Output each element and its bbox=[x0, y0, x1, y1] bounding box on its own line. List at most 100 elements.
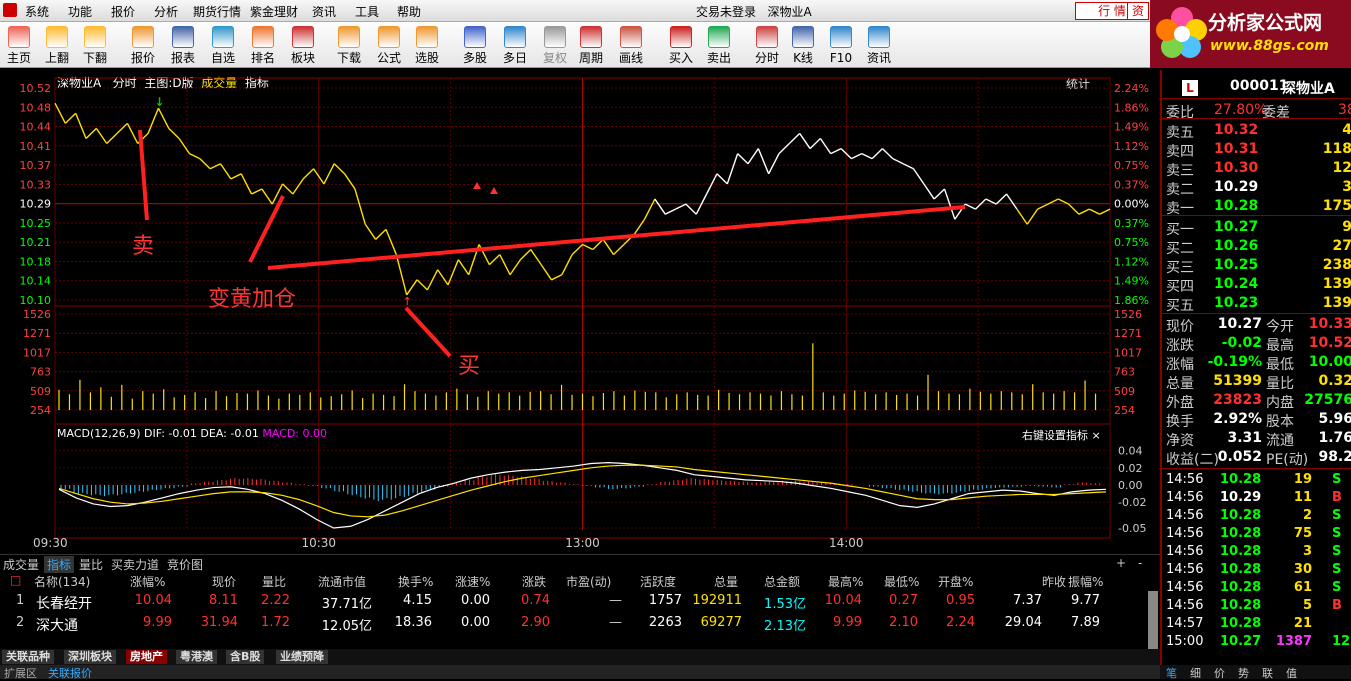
stat-value: 51399 bbox=[1213, 373, 1262, 389]
sector-icon bbox=[292, 26, 314, 48]
price-line-segment bbox=[892, 158, 904, 165]
price-line-segment bbox=[54, 102, 66, 124]
logo-url: www.88gs.com bbox=[1210, 38, 1329, 54]
tick-volume: 75 bbox=[1293, 526, 1312, 541]
sector-tab[interactable]: 房地产 bbox=[126, 650, 167, 664]
tick-time: 14:56 bbox=[1166, 562, 1204, 577]
table-header[interactable]: 换手% bbox=[398, 573, 433, 590]
indicator-settings-label[interactable]: 右键设置指标 bbox=[1022, 429, 1088, 442]
sector-tab[interactable]: 粤港澳 bbox=[176, 650, 217, 664]
table-header[interactable]: 涨幅% bbox=[130, 573, 165, 590]
stat-label: 换手 bbox=[1166, 414, 1194, 430]
toolbar-button-sell[interactable]: 卖出 bbox=[702, 24, 736, 66]
table-cell: 深大通 bbox=[36, 618, 78, 634]
stat-value: 10.00 bbox=[1308, 354, 1351, 370]
table-header[interactable]: 量比 bbox=[262, 573, 286, 590]
stat-value: 10.27 bbox=[1217, 316, 1262, 332]
table-header[interactable]: 市盈(动) bbox=[566, 573, 611, 590]
menu-analysis[interactable]: 分析 bbox=[154, 3, 178, 20]
table-cell: 31.94 bbox=[200, 615, 238, 630]
table-header[interactable]: 总量 bbox=[714, 573, 738, 590]
toolbar-button-stock-pick[interactable]: 选股 bbox=[410, 24, 444, 66]
tick-side: B bbox=[1332, 490, 1342, 505]
macd-tick-label: -0.02 bbox=[1118, 496, 1146, 509]
ask-level-volume: 118 bbox=[1322, 141, 1351, 157]
window-title: 交易未登录 深物业A bbox=[696, 3, 812, 20]
toolbar-label: 报表 bbox=[170, 51, 195, 65]
sector-tab[interactable]: 关联品种 bbox=[2, 650, 54, 664]
toolbar-button-adjust[interactable]: 复权 bbox=[538, 24, 572, 66]
price-line-segment bbox=[85, 127, 97, 139]
table-header[interactable]: 活跃度 bbox=[640, 573, 676, 590]
table-row[interactable]: 1 长春经开 10.04 8.11 2.22 37.71亿 4.15 0.00 0.74 — 175… bbox=[0, 593, 1150, 613]
table-header[interactable]: 最低% bbox=[884, 573, 919, 590]
toolbar-button-ranking[interactable]: 排名 bbox=[246, 24, 280, 66]
app-logo-icon bbox=[3, 3, 17, 17]
price-line-segment bbox=[675, 203, 687, 210]
menu-help[interactable]: 帮助 bbox=[397, 3, 421, 20]
sector-tab[interactable]: 业绩预降 bbox=[276, 650, 328, 664]
table-header[interactable]: 昨收 bbox=[1042, 573, 1066, 590]
toolbar-button-buy[interactable]: 买入 bbox=[664, 24, 698, 66]
close-icon[interactable]: × bbox=[1092, 429, 1101, 442]
table-scrollbar[interactable] bbox=[1148, 591, 1158, 649]
menu-futures[interactable]: 期货行情 bbox=[193, 3, 241, 20]
toolbar-button-kline[interactable]: K线 bbox=[786, 24, 820, 66]
toolbar-button-multi-stock[interactable]: 多股 bbox=[458, 24, 492, 66]
toolbar-button-down-arrow[interactable]: 下翻 bbox=[78, 24, 112, 66]
toolbar-button-favorites[interactable]: 自选 bbox=[206, 24, 240, 66]
menu-function[interactable]: 功能 bbox=[68, 3, 92, 20]
bid-level-label: 买四 bbox=[1166, 279, 1194, 295]
toolbar-button-formula[interactable]: 公式 bbox=[372, 24, 406, 66]
table-header[interactable]: 振幅% bbox=[1068, 573, 1103, 590]
table-header[interactable]: 流通市值 bbox=[318, 573, 366, 590]
toolbar-button-sector[interactable]: 板块 bbox=[286, 24, 320, 66]
tick-time: 14:56 bbox=[1166, 490, 1204, 505]
toolbar-button-home[interactable]: 主页 bbox=[2, 24, 36, 66]
tab-trade[interactable]: 资 bbox=[1127, 2, 1149, 20]
multi-day-icon bbox=[504, 26, 526, 48]
toolbar-button-download[interactable]: 下载 bbox=[332, 24, 366, 66]
table-row[interactable]: 2 深大通 9.99 31.94 1.72 12.05亿 18.36 0.00 2.90 — 226… bbox=[0, 615, 1150, 635]
table-header[interactable]: 现价 bbox=[212, 573, 236, 590]
price-line-segment bbox=[654, 198, 666, 215]
table-header[interactable]: 最高% bbox=[828, 573, 863, 590]
tick-side: S bbox=[1332, 580, 1342, 595]
menu-tools[interactable]: 工具 bbox=[355, 3, 379, 20]
table-header[interactable]: 总金额 bbox=[764, 573, 800, 590]
toolbar-button-multi-day[interactable]: 多日 bbox=[498, 24, 532, 66]
table-header[interactable]: 涨速% bbox=[455, 573, 490, 590]
sell-signal-icon: ↓ bbox=[154, 95, 164, 109]
toolbar-button-report[interactable]: 报表 bbox=[166, 24, 200, 66]
toolbar-button-period[interactable]: 周期 bbox=[574, 24, 608, 66]
news-icon bbox=[868, 26, 890, 48]
price-line-segment bbox=[1037, 203, 1049, 210]
sector-tab[interactable]: 深圳板块 bbox=[64, 650, 116, 664]
table-header[interactable]: 名称(134) bbox=[34, 573, 90, 590]
table-cell: 1.72 bbox=[261, 615, 290, 630]
table-header[interactable]: 开盘% bbox=[938, 573, 973, 590]
toolbar-button-draw-line[interactable]: 画线 bbox=[614, 24, 648, 66]
price-line-segment bbox=[282, 183, 294, 195]
toolbar-button-news[interactable]: 资讯 bbox=[862, 24, 896, 66]
sector-tab[interactable]: 含B股 bbox=[226, 650, 265, 664]
price-tick-label: 10.25 bbox=[20, 217, 52, 230]
indicator-settings[interactable]: 右键设置指标 × bbox=[1022, 427, 1101, 443]
price-line-segment bbox=[147, 107, 160, 134]
intraday-chart[interactable]: 10.52 2.24% 10.48 1.86% 10.44 1.49% 10.41 1.12%… bbox=[0, 70, 1160, 554]
menu-wealth[interactable]: 紫金理财 bbox=[250, 3, 298, 20]
tick-price: 10.28 bbox=[1220, 598, 1262, 613]
volume-tick-label: 1271 bbox=[23, 327, 51, 340]
toolbar-button-f10[interactable]: F10 bbox=[824, 24, 858, 66]
menu-quote[interactable]: 报价 bbox=[111, 3, 135, 20]
menu-system[interactable]: 系统 bbox=[25, 3, 49, 20]
toolbar-button-price[interactable]: 报价 bbox=[126, 24, 160, 66]
toolbar-button-up-arrow[interactable]: 上翻 bbox=[40, 24, 74, 66]
chart-control-button[interactable]: - bbox=[1135, 556, 1145, 570]
table-header[interactable]: 涨跌 bbox=[522, 573, 546, 590]
toolbar-button-intraday[interactable]: 分时 bbox=[750, 24, 784, 66]
bid-level-label: 买一 bbox=[1166, 222, 1194, 238]
chart-control-button[interactable]: + bbox=[1113, 556, 1129, 570]
menu-news[interactable]: 资讯 bbox=[312, 3, 336, 20]
report-icon bbox=[172, 26, 194, 48]
